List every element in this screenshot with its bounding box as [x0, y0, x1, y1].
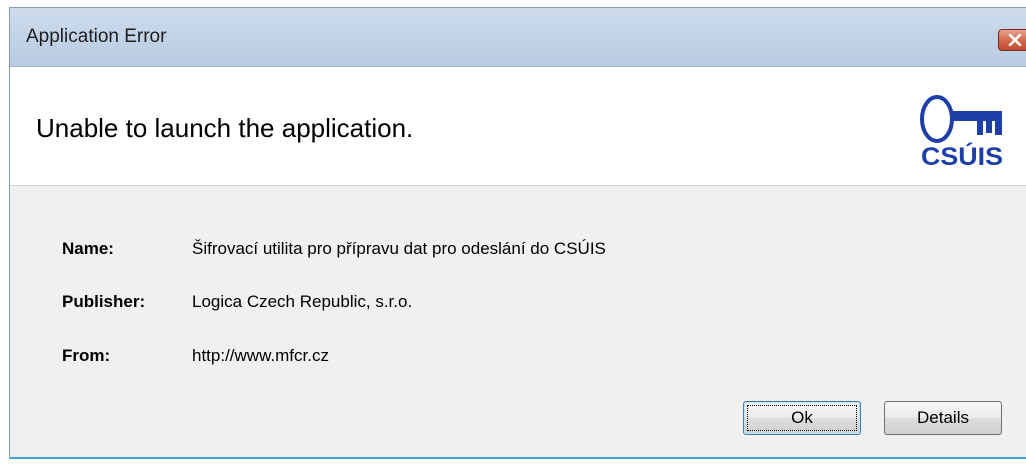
close-button[interactable]	[998, 29, 1026, 51]
publisher-label: Publisher:	[62, 292, 146, 311]
close-icon	[1008, 34, 1022, 46]
detail-row-from: From: http://www.mfcr.cz	[10, 346, 1026, 372]
ok-button[interactable]: Ok	[743, 401, 861, 435]
window-bottom-border	[10, 457, 1026, 459]
window-title: Application Error	[26, 26, 167, 47]
logo-text: CSÚIS	[921, 141, 1003, 171]
dialog-header: Unable to launch the application. CSÚIS	[10, 67, 1026, 186]
from-label: From:	[62, 346, 111, 365]
key-logo-icon: CSÚIS	[919, 81, 1005, 171]
detail-row-publisher: Publisher: Logica Czech Republic, s.r.o.	[10, 292, 1026, 318]
error-heading: Unable to launch the application.	[36, 113, 414, 143]
details-button[interactable]: Details	[884, 401, 1002, 435]
name-value: Šifrovací utilita pro přípravu dat pro o…	[192, 239, 606, 258]
details-button-label: Details	[917, 408, 969, 427]
dialog-body: Name: Šifrovací utilita pro přípravu dat…	[10, 186, 1026, 459]
application-error-dialog: Application Error Unable to launch the a…	[9, 7, 1026, 459]
ok-button-label: Ok	[791, 408, 813, 427]
from-value: http://www.mfcr.cz	[192, 346, 329, 365]
name-label: Name:	[62, 239, 114, 258]
detail-row-name: Name: Šifrovací utilita pro přípravu dat…	[10, 239, 1026, 265]
publisher-value: Logica Czech Republic, s.r.o.	[192, 292, 413, 311]
title-bar[interactable]: Application Error	[10, 8, 1026, 67]
